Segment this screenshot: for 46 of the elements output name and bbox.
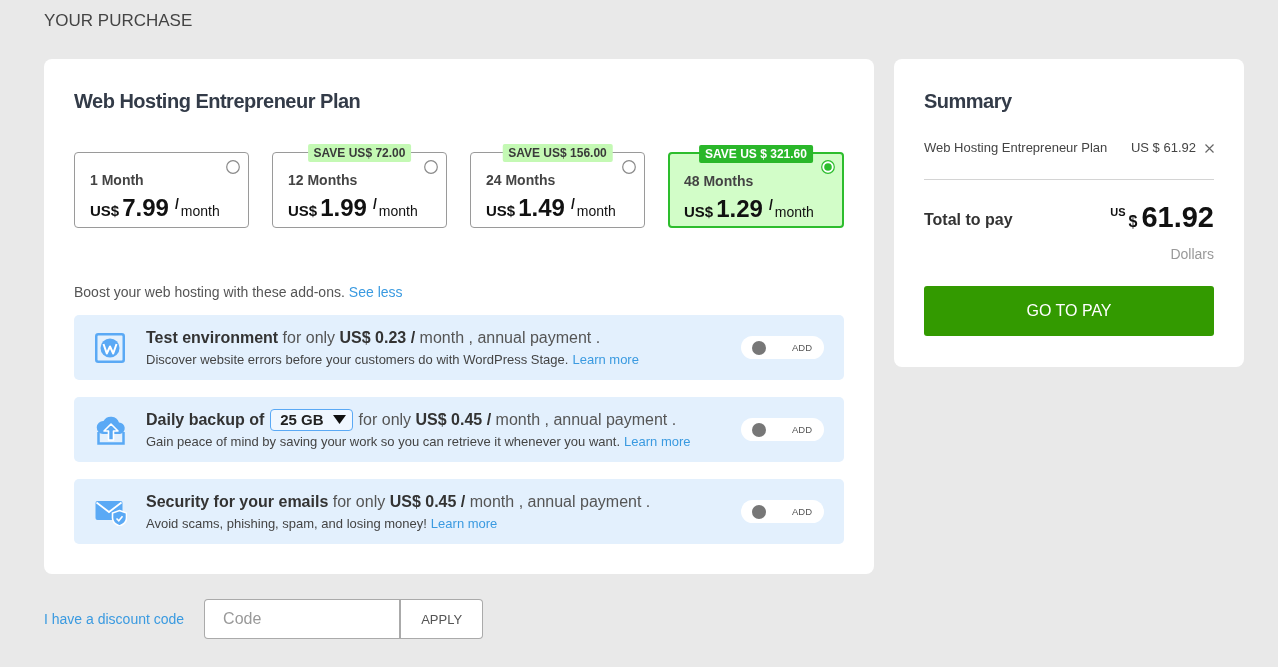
period-label: 1 Month xyxy=(90,171,145,189)
total-label: Total to pay xyxy=(924,211,1013,229)
addon-headline: Test environment for only US$ 0.23 / month , annual payment . xyxy=(146,327,601,348)
addon-description: Discover website errors before your customers do with WordPress Stage. Learn more xyxy=(146,350,640,369)
addon-name: Daily backup of xyxy=(146,409,265,430)
addon-description: Gain peace of mind by saving your work so you can retrieve it whenever you want. Learn more xyxy=(146,432,692,451)
summary-title: Summary xyxy=(924,89,1013,113)
add-toggle[interactable]: ADD xyxy=(741,500,824,523)
savings-badge: SAVE US$ 72.00 xyxy=(307,144,412,162)
knob-icon xyxy=(752,340,766,355)
price-text: US$1.49 $^{/}$month xyxy=(486,193,617,223)
addons-intro: Boost your web hosting with these add-ons. See less xyxy=(74,283,404,302)
caret-icon xyxy=(332,415,346,424)
add-toggle[interactable]: ADD xyxy=(741,336,824,359)
knob-icon xyxy=(752,504,766,519)
savings-badge: SAVE US$ 156.00 xyxy=(502,144,613,162)
savings-badge: SAVE US $ 321.60 xyxy=(699,145,813,163)
addon-headline: Security for your emails for only US$ 0.45 / month , annual payment . xyxy=(146,491,651,512)
item-price: US $ 61.92 xyxy=(1130,139,1196,157)
close-icon[interactable] xyxy=(1205,143,1214,153)
addon-description: Avoid scams, phishing, spam, and losing money! Learn more xyxy=(146,514,499,533)
price-text: US$1.99 $^{/}$month xyxy=(288,193,419,223)
radio-icon[interactable] xyxy=(226,160,240,174)
item-name: Web Hosting Entrepreneur Plan xyxy=(924,139,1109,157)
pay-button[interactable]: GO TO PAY xyxy=(924,286,1214,336)
period-label: 12 Months xyxy=(288,171,359,189)
addon-headline: for only US$ 0.45 / month , annual payment . xyxy=(358,409,677,430)
period-label: 48 Months xyxy=(684,172,755,190)
currency-name: Dollars xyxy=(1169,245,1214,263)
page-title: YOUR PURCHASE xyxy=(44,10,194,32)
apply-button[interactable]: APPLY xyxy=(401,599,484,639)
radio-icon[interactable] xyxy=(622,160,636,174)
radio-icon[interactable] xyxy=(821,160,835,174)
add-toggle[interactable]: ADD xyxy=(741,418,824,441)
total-amount: $^{US}$ $61.92 xyxy=(1110,200,1214,235)
price-text: US$1.29 $^{/}$month xyxy=(684,194,815,224)
knob-icon xyxy=(752,422,766,437)
radio-icon[interactable] xyxy=(424,160,438,174)
plan-option[interactable]: 1 Month US$7.99 $^{/}$month xyxy=(74,152,249,228)
code-field[interactable]: Code xyxy=(204,599,402,639)
plan-title: Web Hosting Entrepreneur Plan xyxy=(74,89,362,113)
period-label: 24 Months xyxy=(486,171,557,189)
w-logo-icon xyxy=(95,332,125,363)
size-dropdown[interactable]: 25 GB xyxy=(270,408,353,431)
price-text: US$7.99 $^{/}$month xyxy=(90,193,221,223)
cloud-upload-icon xyxy=(95,414,127,445)
